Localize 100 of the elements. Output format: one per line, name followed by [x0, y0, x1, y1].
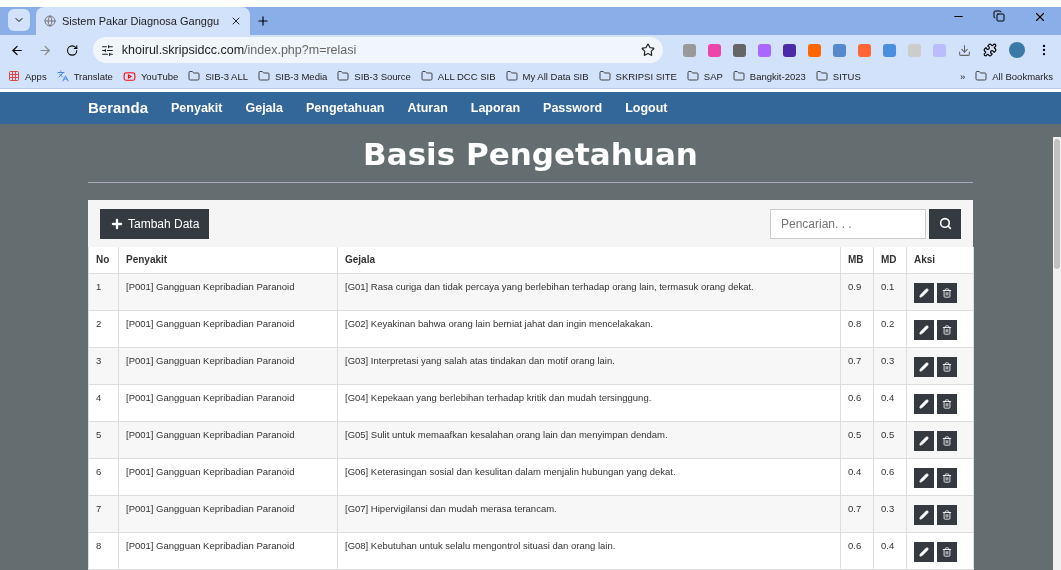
folder-icon	[420, 70, 433, 83]
edit-button[interactable]	[914, 320, 934, 340]
table-cell: 2	[88, 310, 119, 348]
column-header: No	[88, 246, 119, 274]
delete-button[interactable]	[937, 357, 957, 377]
folder-icon	[337, 70, 350, 83]
delete-button[interactable]	[937, 431, 957, 451]
new-tab-icon[interactable]	[256, 14, 270, 28]
download-icon[interactable]	[958, 43, 971, 57]
edit-button[interactable]	[914, 431, 934, 451]
bookmark-item[interactable]: Bangkit-2023	[732, 70, 806, 83]
edit-button[interactable]	[914, 283, 934, 303]
bookmark-star-icon[interactable]	[641, 43, 655, 58]
nav-link[interactable]: Aturan	[407, 100, 448, 115]
edit-button[interactable]	[914, 394, 934, 414]
brand-link[interactable]: Beranda	[88, 99, 149, 117]
bookmark-item[interactable]: ALL DCC SIB	[420, 70, 496, 83]
column-header: Aksi	[906, 246, 974, 274]
search-icon	[938, 217, 952, 230]
nav-link[interactable]: Laporan	[470, 100, 521, 115]
folder-icon	[258, 70, 271, 83]
browser-tab[interactable]: Sistem Pakar Diagnosa Ganggu	[36, 7, 250, 35]
table-cell: [P001] Gangguan Kepribadian Paranoid	[118, 421, 338, 459]
play-icon	[122, 69, 136, 83]
edit-button[interactable]	[914, 468, 934, 488]
add-data-button[interactable]: Tambah Data	[100, 208, 210, 239]
trash-icon	[942, 510, 952, 520]
column-header: Gejala	[337, 246, 841, 274]
table-cell: 8	[88, 532, 119, 570]
pencil-icon	[919, 325, 929, 335]
restore-icon[interactable]	[993, 10, 1005, 22]
table-cell: [G05] Sulit untuk memaafkan kesalahan orang lain dan menyimpan dendam.	[337, 421, 841, 459]
scrollbar-thumb[interactable]	[1054, 139, 1060, 269]
folder-icon	[686, 70, 699, 83]
close-icon[interactable]	[1033, 10, 1047, 24]
table-cell: [G04] Kepekaan yang berlebihan terhadap kritik dan mudah tersinggung.	[337, 384, 841, 422]
bookmark-item[interactable]: SIB-3 Media	[258, 70, 328, 83]
pencil-icon	[919, 399, 929, 409]
bookmark-item[interactable]: SIB-3 Source	[337, 70, 411, 83]
bookmark-item[interactable]: All Bookmarks	[975, 70, 1053, 83]
nav-link[interactable]: Password	[543, 100, 603, 115]
tab-search-button[interactable]	[8, 9, 30, 31]
folder-icon	[815, 70, 828, 83]
reload-icon[interactable]	[66, 43, 79, 57]
table-cell: [G01] Rasa curiga dan tidak percaya yang berlebihan terhadap orang lain, termasuk orang dekat.	[337, 273, 841, 311]
table-cell: [G07] Hipervigilansi dan mudah merasa terancam.	[337, 495, 841, 533]
folder-icon	[188, 70, 201, 83]
table-cell: [P001] Gangguan Kepribadian Paranoid	[118, 273, 338, 311]
table-cell: [G06] Keterasingan sosial dan kesulitan dalam menjalin hubungan yang dekat.	[337, 458, 841, 496]
table-cell: [P001] Gangguan Kepribadian Paranoid	[118, 495, 338, 533]
bookmark-item[interactable]: Apps	[8, 70, 47, 83]
column-header: Penyakit	[118, 246, 338, 274]
delete-button[interactable]	[937, 468, 957, 488]
more-bookmarks-button[interactable]: »	[960, 70, 966, 82]
search-field[interactable]: Pencarian. . .	[770, 208, 926, 239]
edit-button[interactable]	[914, 505, 934, 525]
nav-link[interactable]: Gejala	[245, 100, 283, 115]
bookmark-item[interactable]: SKRIPSI SITE	[598, 70, 677, 83]
edit-button[interactable]	[914, 542, 934, 562]
nav-link[interactable]: Logout	[625, 100, 668, 115]
nav-link[interactable]: Pengetahuan	[306, 100, 385, 115]
trash-icon	[942, 399, 952, 409]
page-title: Basis Pengetahuan	[88, 123, 973, 183]
delete-button[interactable]	[937, 394, 957, 414]
bookmark-item[interactable]: SITUS	[815, 70, 861, 83]
table-cell: [G02] Keyakinan bahwa orang lain berniat jahat dan ingin mencelakakan.	[337, 310, 841, 348]
site-settings-icon[interactable]	[100, 43, 114, 57]
bookmark-item[interactable]: My All Data SIB	[505, 70, 589, 83]
bookmark-item[interactable]: YouTube	[122, 69, 179, 83]
table-cell: [P001] Gangguan Kepribadian Paranoid	[118, 310, 338, 348]
globe-icon	[44, 15, 56, 27]
delete-button[interactable]	[937, 542, 957, 562]
folder-icon	[598, 70, 611, 83]
trash-icon	[942, 325, 952, 335]
delete-button[interactable]	[937, 505, 957, 525]
address-bar[interactable]: khoirul.skripsidcc.com/index.php?m=relasi	[92, 37, 663, 64]
translate-icon	[56, 70, 69, 83]
table-cell: 5	[88, 421, 119, 459]
bookmark-item[interactable]: SAP	[686, 70, 723, 83]
bookmark-item[interactable]: SIB-3 ALL	[188, 70, 249, 83]
delete-button[interactable]	[937, 283, 957, 303]
table-cell: [G08] Kebutuhan untuk selalu mengontrol situasi dan orang lain.	[337, 532, 841, 570]
nav-link[interactable]: Penyakit	[171, 100, 223, 115]
extensions-icon[interactable]	[983, 43, 997, 58]
table-cell: [P001] Gangguan Kepribadian Paranoid	[118, 458, 338, 496]
table-cell: 3	[88, 347, 119, 385]
bookmark-item[interactable]: Translate	[56, 70, 113, 83]
trash-icon	[942, 473, 952, 483]
delete-button[interactable]	[937, 320, 957, 340]
column-header: MD	[873, 246, 907, 274]
search-button[interactable]	[929, 208, 961, 239]
table-cell: [P001] Gangguan Kepribadian Paranoid	[118, 347, 338, 385]
close-icon[interactable]	[230, 15, 242, 27]
column-header: MB	[840, 246, 874, 274]
avatar-icon[interactable]	[1009, 42, 1025, 59]
edit-button[interactable]	[914, 357, 934, 377]
pencil-icon	[919, 510, 929, 520]
extension-icon[interactable]	[783, 43, 796, 57]
table-cell: [P001] Gangguan Kepribadian Paranoid	[118, 532, 338, 570]
extension-icon[interactable]	[733, 43, 746, 57]
